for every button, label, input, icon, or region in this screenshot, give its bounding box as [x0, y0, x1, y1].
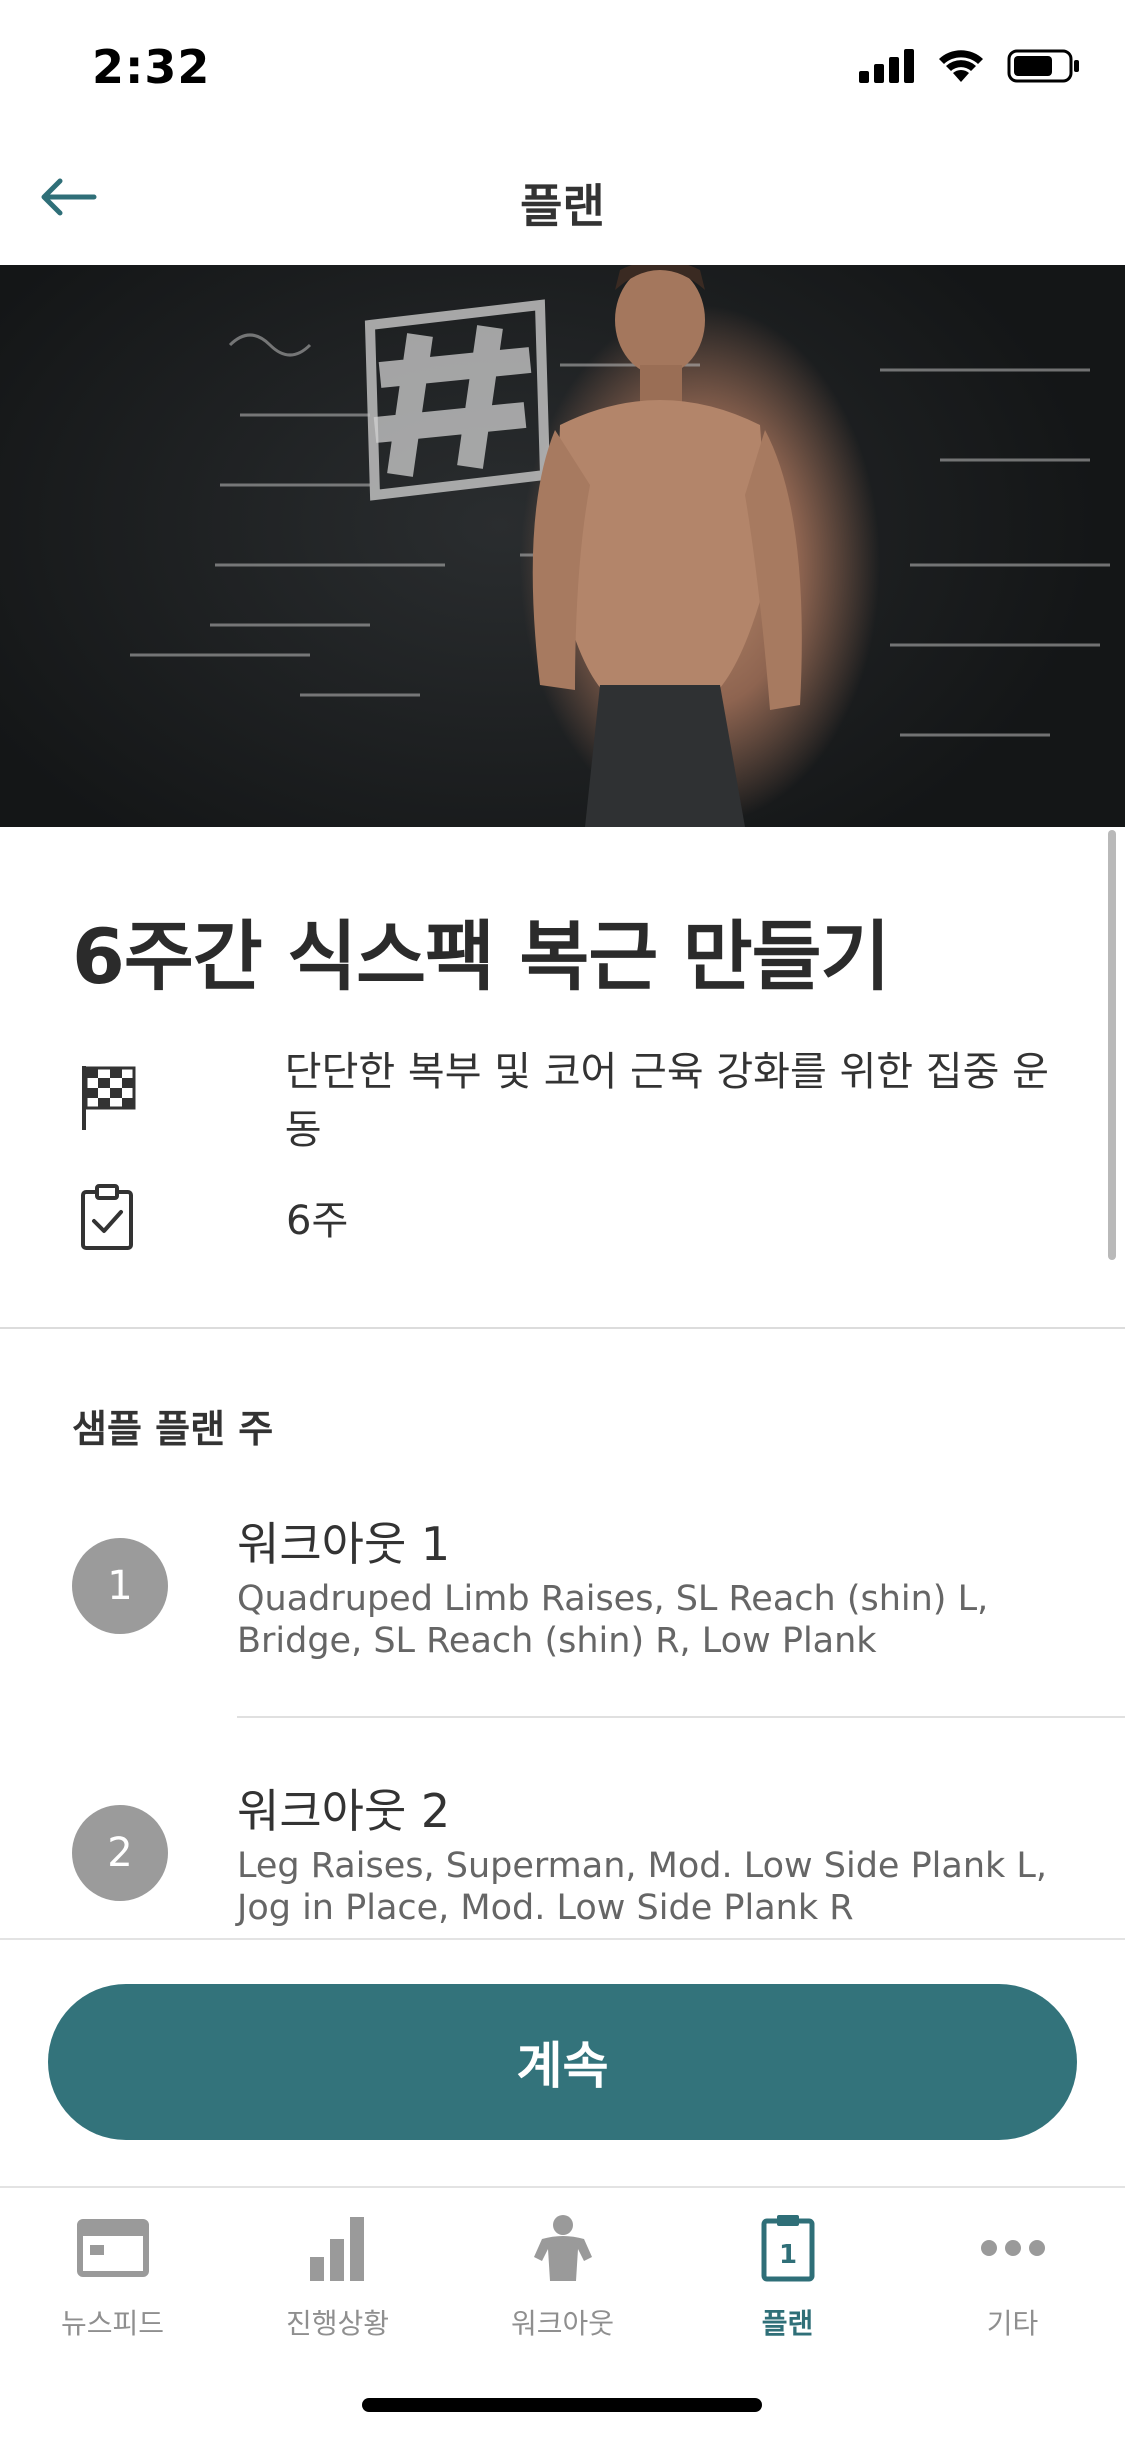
workout-exercises: Leg Raises, Superman, Mod. Low Side Plan…: [237, 1845, 1057, 1929]
page-title: 플랜: [520, 179, 605, 233]
checklist-icon: [72, 1182, 142, 1252]
status-bar: 2:32: [0, 0, 1125, 140]
home-indicator[interactable]: [362, 2398, 762, 2412]
status-icons: [859, 48, 1081, 84]
scroll-indicator[interactable]: [1108, 830, 1116, 1260]
tab-progress[interactable]: 진행상황: [225, 2208, 450, 2358]
clipboard-badge: 1: [778, 2240, 796, 2270]
cellular-signal-icon: [859, 49, 914, 83]
tab-label: 기타: [986, 2307, 1039, 2340]
workout-number-badge: 2: [72, 1805, 168, 1901]
tab-label: 플랜: [761, 2307, 814, 2340]
goal-row: 단단한 복부 및 코어 근육 강화를 위한 집중 운동: [72, 1049, 1072, 1153]
workout-row-2[interactable]: 2 워크아웃 2 Leg Raises, Superman, Mod. Low …: [0, 1757, 1125, 1947]
continue-button[interactable]: 계속: [48, 1984, 1077, 2140]
more-icon: [973, 2208, 1053, 2288]
nav-header: 플랜: [0, 140, 1125, 265]
tab-label: 진행상황: [285, 2307, 390, 2340]
clipboard-icon: 1: [748, 2208, 828, 2288]
plan-goal: 단단한 복부 및 코어 근육 강화를 위한 집중 운동: [284, 1049, 1049, 1153]
cta-area: 계속: [0, 1938, 1125, 2190]
plan-title: 6주간 식스팩 복근 만들기: [72, 912, 890, 1001]
workout-exercises-line-2: Bridge, SL Reach (shin) R, Low Plank: [237, 1621, 877, 1661]
hero-illustration: [130, 265, 1110, 827]
row-divider: [237, 1716, 1125, 1718]
status-time: 2:32: [92, 40, 211, 94]
hero-image: [0, 265, 1125, 827]
wifi-icon: [939, 50, 983, 82]
workout-title: 워크아웃 1: [237, 1517, 451, 1571]
plan-duration: 6주: [286, 1198, 349, 1244]
duration-row: 6주: [72, 1172, 1072, 1262]
workout-exercises-line-1: Leg Raises, Superman, Mod. Low Side Plan…: [237, 1846, 1048, 1886]
battery-icon: [1007, 49, 1079, 83]
sample-week-heading: 샘플 플랜 주: [72, 1407, 274, 1451]
bar-chart-icon: [298, 2208, 378, 2288]
tab-label: 워크아웃: [510, 2307, 615, 2340]
workout-title: 워크아웃 2: [237, 1784, 451, 1838]
tab-newsfeed[interactable]: 뉴스피드: [0, 2208, 225, 2358]
workout-exercises-line-1: Quadruped Limb Raises, SL Reach (shin) L…: [237, 1579, 989, 1619]
workout-exercises-line-2: Jog in Place, Mod. Low Side Plank R: [237, 1888, 854, 1928]
checkered-flag-icon: [72, 1062, 141, 1132]
newsfeed-icon: [73, 2208, 153, 2288]
person-icon: [523, 2208, 603, 2288]
tab-plan[interactable]: 1 플랜: [675, 2208, 900, 2358]
workout-number-badge: 1: [72, 1538, 168, 1634]
section-divider: [0, 1327, 1125, 1329]
tab-workout[interactable]: 워크아웃: [450, 2208, 675, 2358]
workout-exercises: Quadruped Limb Raises, SL Reach (shin) L…: [237, 1578, 1057, 1662]
workout-row-1[interactable]: 1 워크아웃 1 Quadruped Limb Raises, SL Reach…: [0, 1490, 1125, 1680]
tab-more[interactable]: 기타: [900, 2208, 1125, 2358]
tab-label: 뉴스피드: [60, 2307, 165, 2340]
